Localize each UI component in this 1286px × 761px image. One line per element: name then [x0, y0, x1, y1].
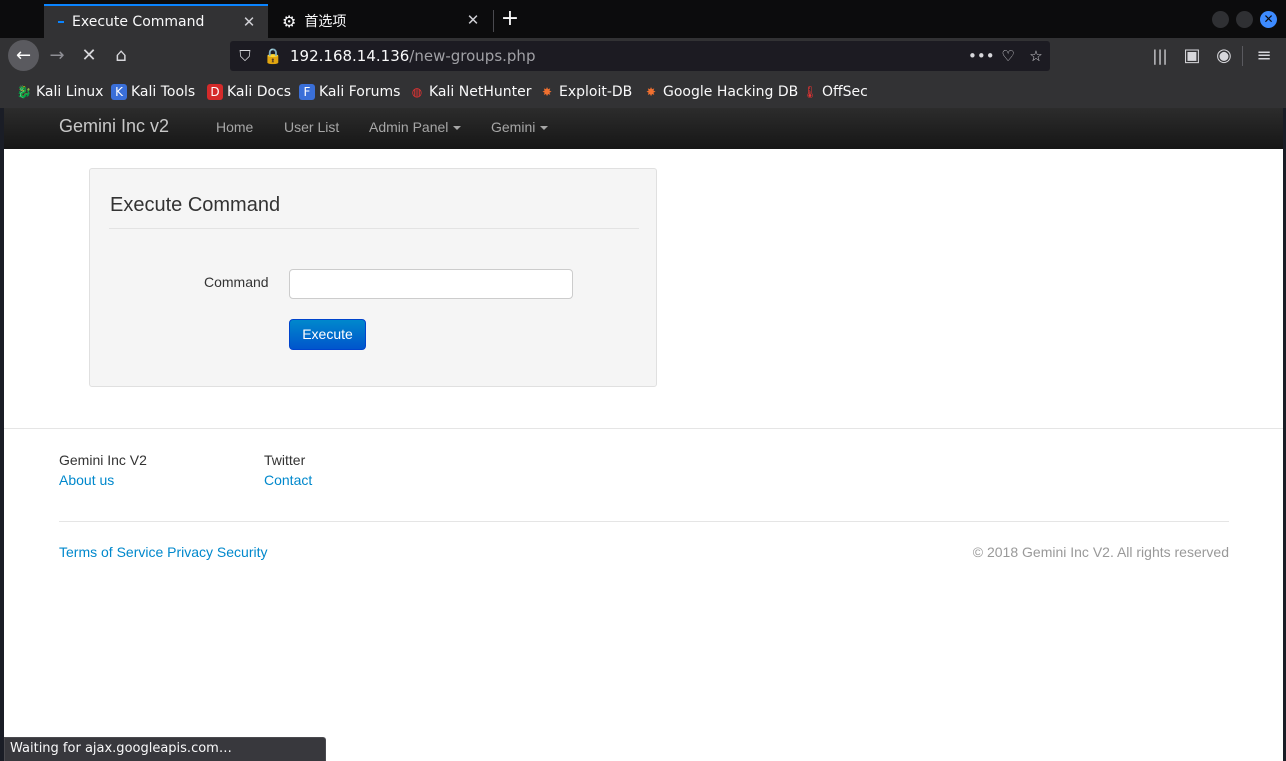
hamburger-menu-icon[interactable]: ≡ [1252, 44, 1276, 68]
caret-down-icon [540, 126, 549, 131]
stop-loading-icon[interactable]: ✕ [77, 44, 101, 68]
nethunter-icon: ◍ [411, 85, 423, 99]
bookmark-label: Kali Tools [131, 84, 196, 100]
kali-forums-icon: F [299, 84, 315, 100]
kali-docs-icon: D [207, 84, 223, 100]
account-icon[interactable]: ◉ [1212, 44, 1236, 68]
tab-label: 首选项 [304, 14, 347, 30]
shield-icon[interactable]: ⛉ [234, 45, 256, 67]
kali-tools-icon: K [111, 84, 127, 100]
bookmark-label: Kali Linux [36, 84, 104, 100]
nav-user-list-link[interactable]: User List [284, 119, 339, 135]
footer-divider [4, 428, 1283, 429]
insecure-lock-icon[interactable]: 🔒 [262, 45, 284, 67]
ghdb-icon: ✸ [645, 85, 657, 99]
url-text[interactable]: 192.168.14.136/new-groups.php [290, 47, 535, 65]
execute-button[interactable]: Execute [289, 319, 366, 350]
caret-down-icon [453, 126, 462, 131]
maximize-window-button[interactable] [1236, 11, 1253, 28]
tab-label: Execute Command [72, 14, 205, 30]
command-input[interactable] [289, 269, 573, 299]
nav-label: Admin Panel [369, 119, 449, 135]
toolbar-separator [1242, 46, 1243, 66]
url-bar[interactable]: ⛉ 🔒 192.168.14.136/new-groups.php ••• ♡ … [230, 41, 1050, 71]
new-tab-plus-icon[interactable]: + [498, 7, 522, 31]
footer-twitter-title: Twitter [264, 452, 306, 468]
close-window-button[interactable]: ✕ [1260, 11, 1277, 28]
bookmarks-toolbar: 🐉 Kali Linux K Kali Tools D Kali Docs F Kali… [0, 74, 1286, 108]
nav-label: Gemini [491, 119, 536, 135]
bookmark-label: Kali Docs [227, 84, 292, 100]
kali-dragon-icon: 🐉 [16, 85, 32, 99]
minimize-window-button[interactable] [1212, 11, 1229, 28]
footer-legal-links[interactable]: Terms of Service Privacy Security [59, 544, 268, 560]
bookmark-kali-nethunter[interactable]: ◍ Kali NetHunter [409, 82, 532, 102]
site-navbar: Gemini Inc v2 Home User List Admin Panel… [4, 108, 1283, 149]
footer-about-link[interactable]: About us [59, 472, 114, 488]
bookmark-kali-tools[interactable]: K Kali Tools [111, 82, 195, 102]
pocket-icon[interactable]: ♡ [997, 45, 1019, 67]
nav-admin-panel-dropdown[interactable]: Admin Panel [369, 119, 462, 135]
bookmark-label: Google Hacking DB [663, 84, 799, 100]
footer-contact-link[interactable]: Contact [264, 472, 312, 488]
gear-icon: ⚙ [282, 11, 297, 31]
tab-strip: Execute Command ✕ ⚙ 首选项 ✕ + ✕ [0, 0, 1286, 38]
exploit-db-icon: ✸ [541, 85, 553, 99]
bookmark-kali-forums[interactable]: F Kali Forums [299, 82, 400, 102]
form-title-divider [109, 228, 639, 229]
offsec-icon: 🌡 [802, 85, 818, 99]
bookmark-label: Exploit-DB [559, 84, 633, 100]
tab-preferences[interactable]: ⚙ 首选项 ✕ [268, 4, 492, 38]
status-bar: Waiting for ajax.googleapis.com… [4, 737, 326, 761]
page-actions-icon[interactable]: ••• [968, 45, 995, 67]
bookmark-label: Kali Forums [319, 84, 401, 100]
footer-company-title: Gemini Inc V2 [59, 452, 147, 468]
bookmark-exploit-db[interactable]: ✸ Exploit-DB [539, 82, 632, 102]
bookmark-label: Kali NetHunter [429, 84, 532, 100]
footer-divider-bottom [59, 521, 1229, 522]
nav-gemini-dropdown[interactable]: Gemini [491, 119, 549, 135]
command-label: Command [204, 274, 269, 290]
close-tab-icon[interactable]: ✕ [464, 11, 482, 29]
close-tab-icon[interactable]: ✕ [240, 13, 258, 31]
bookmark-kali-docs[interactable]: D Kali Docs [207, 82, 291, 102]
tab-separator [493, 10, 494, 32]
tab-favicon-dot-icon [58, 21, 64, 23]
tab-execute-command[interactable]: Execute Command ✕ [44, 4, 268, 38]
url-host: 192.168.14.136 [290, 47, 410, 65]
bookmark-google-hacking-db[interactable]: ✸ Google Hacking DB [643, 82, 798, 102]
bookmark-kali-linux[interactable]: 🐉 Kali Linux [16, 82, 104, 102]
bookmark-offsec[interactable]: 🌡 OffSec [802, 82, 868, 102]
forward-arrow-icon[interactable]: → [45, 44, 69, 68]
url-path: /new-groups.php [409, 47, 536, 65]
bookmark-label: OffSec [822, 84, 868, 100]
page-viewport: Gemini Inc v2 Home User List Admin Panel… [4, 108, 1283, 761]
nav-home-link[interactable]: Home [216, 119, 253, 135]
back-arrow-icon[interactable]: ← [8, 40, 39, 71]
form-title: Execute Command [110, 194, 281, 216]
sidebar-icon[interactable]: ▣ [1180, 44, 1204, 68]
home-icon[interactable]: ⌂ [109, 44, 133, 68]
bookmark-star-icon[interactable]: ☆ [1025, 45, 1047, 67]
library-icon[interactable]: ||| [1148, 44, 1172, 68]
footer-copyright: © 2018 Gemini Inc V2. All rights reserve… [972, 544, 1229, 560]
site-brand[interactable]: Gemini Inc v2 [59, 116, 169, 137]
navigation-toolbar: ← → ✕ ⌂ ⛉ 🔒 192.168.14.136/new-groups.ph… [0, 38, 1286, 74]
execute-command-form: Execute Command Command Execute [89, 168, 657, 387]
